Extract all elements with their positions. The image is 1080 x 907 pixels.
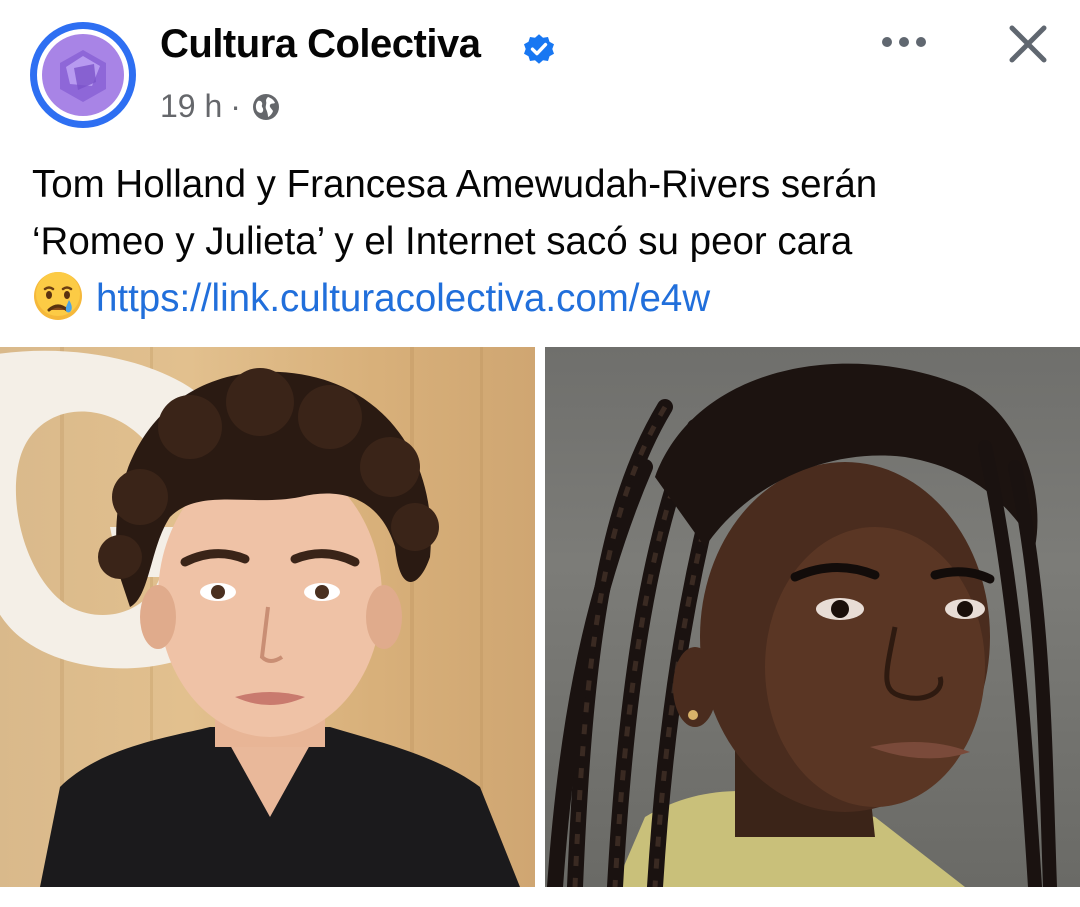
page-avatar[interactable] (30, 22, 136, 128)
post-text-line-3: https://link.culturacolectiva.com/e4w (32, 270, 1062, 327)
photo-tom-holland[interactable] (0, 347, 535, 887)
post-text-line-2: ‘Romeo y Julieta’ y el Internet sacó su … (32, 220, 853, 263)
photo-francesca-amewudah-rivers[interactable] (545, 347, 1080, 887)
post-images[interactable] (0, 347, 1080, 887)
verified-badge-icon (524, 34, 554, 64)
crying-face-emoji (34, 272, 82, 320)
close-icon (1009, 25, 1047, 63)
post-header: Cultura Colectiva 19 h · (0, 0, 1080, 150)
post-link[interactable]: https://link.culturacolectiva.com/e4w (96, 277, 710, 320)
post-meta: 19 h · (160, 88, 281, 125)
post-text-line-1: Tom Holland y Francesa Amewudah-Rivers s… (32, 163, 878, 206)
more-options-button[interactable] (872, 20, 936, 64)
close-button[interactable] (996, 16, 1060, 72)
post-message: Tom Holland y Francesa Amewudah-Rivers s… (32, 156, 1062, 327)
page-name[interactable]: Cultura Colectiva (160, 22, 481, 67)
meta-separator: · (230, 88, 241, 124)
globe-icon (252, 93, 279, 120)
post-time[interactable]: 19 h (160, 88, 222, 125)
post-footer-spacer (0, 887, 1080, 907)
page-logo (42, 34, 124, 116)
more-options-icon (882, 37, 926, 47)
